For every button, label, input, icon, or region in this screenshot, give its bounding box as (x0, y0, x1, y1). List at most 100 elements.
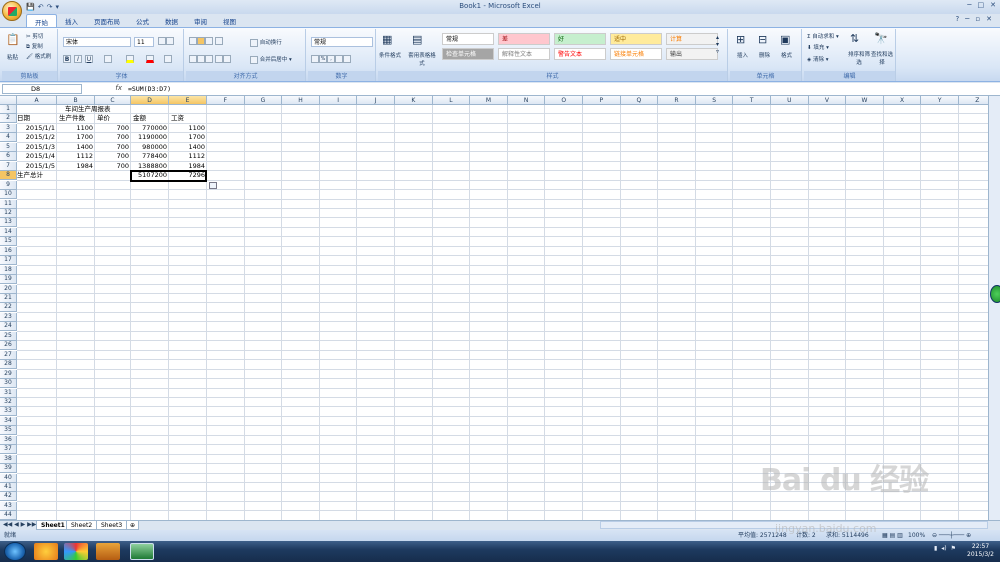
cell[interactable]: 金额 (133, 114, 171, 123)
cell[interactable]: 5107200 (131, 171, 169, 180)
row-header[interactable]: 5 (0, 142, 17, 152)
row-header[interactable]: 32 (0, 397, 17, 407)
cell[interactable]: 工资 (171, 114, 209, 123)
browser-icon[interactable] (64, 543, 88, 560)
cell[interactable]: 2015/1/5 (17, 162, 57, 171)
wrap-text-button[interactable]: 自动换行 (250, 38, 282, 47)
row-header[interactable]: 38 (0, 454, 17, 464)
find-select-button[interactable]: 查找和选择 (871, 50, 893, 66)
row-header[interactable]: 6 (0, 152, 17, 162)
cell[interactable]: 1388800 (131, 162, 169, 171)
column-header[interactable]: X (883, 96, 922, 105)
border-button[interactable] (104, 55, 112, 63)
row-header[interactable]: 34 (0, 416, 17, 426)
cell[interactable]: 生产总计 (17, 171, 57, 180)
column-header[interactable]: S (695, 96, 734, 105)
grow-font-button[interactable] (158, 37, 174, 45)
fill-color-button[interactable] (126, 55, 134, 63)
cell[interactable]: 车间生产周报表 (65, 105, 111, 114)
style-cell-0[interactable]: 常规 (442, 33, 494, 45)
row-header[interactable]: 25 (0, 331, 17, 341)
sort-filter-button[interactable]: 排序和筛选 (848, 50, 870, 66)
column-header[interactable]: V (808, 96, 847, 105)
vertical-align-buttons[interactable] (189, 37, 223, 45)
column-header[interactable]: G (244, 96, 283, 105)
row-header[interactable]: 22 (0, 303, 17, 313)
row-header[interactable]: 42 (0, 492, 17, 502)
row-header[interactable]: 7 (0, 161, 17, 171)
row-header[interactable]: 27 (0, 350, 17, 360)
clock[interactable]: 22:57 2015/3/2 (967, 543, 994, 559)
row-header[interactable]: 1 (0, 105, 17, 114)
cell[interactable]: 1700 (57, 133, 95, 142)
conditional-format-button[interactable]: 条件格式 (379, 51, 401, 59)
cell[interactable]: 1100 (57, 124, 95, 133)
row-header[interactable]: 2 (0, 114, 17, 124)
style-cell-3[interactable]: 适中 (610, 33, 662, 45)
row-header[interactable]: 10 (0, 190, 17, 200)
insert-function-icon[interactable]: fx (86, 84, 122, 94)
cell[interactable]: 1984 (57, 162, 95, 171)
cell[interactable]: 700 (95, 133, 131, 142)
underline-button[interactable]: U (85, 55, 93, 63)
volume-icon[interactable]: ◂) (941, 545, 946, 552)
cell[interactable]: 1400 (57, 143, 95, 152)
column-header[interactable]: J (357, 96, 395, 105)
flag-icon[interactable]: ⚑ (951, 545, 956, 552)
cell[interactable]: 700 (95, 152, 131, 161)
row-header[interactable]: 3 (0, 123, 17, 133)
row-header[interactable]: 8 (0, 171, 17, 181)
column-header[interactable]: T (733, 96, 771, 105)
excel-taskbar-icon[interactable] (130, 543, 154, 560)
clear-button[interactable]: ◈ 清除 ▾ (807, 55, 829, 63)
column-header[interactable]: Q (620, 96, 659, 105)
column-header[interactable]: Z (959, 96, 988, 105)
doc-restore-icon[interactable]: ▫ (975, 15, 980, 23)
format-painter-button[interactable]: 🖌 格式刷 (26, 52, 51, 60)
style-cell-7[interactable]: 警告文本 (554, 48, 606, 60)
column-header[interactable]: O (545, 96, 583, 105)
font-size-select[interactable]: 11 (134, 37, 154, 47)
bold-button[interactable]: B (63, 55, 71, 63)
formula-input[interactable]: =SUM(D3:D7) (128, 85, 171, 93)
cell[interactable]: 778400 (131, 152, 169, 161)
maximize-icon[interactable]: □ (978, 1, 985, 9)
column-header[interactable]: M (470, 96, 508, 105)
cell[interactable]: 1984 (169, 162, 207, 171)
row-header[interactable]: 28 (0, 360, 17, 370)
row-header[interactable]: 24 (0, 322, 17, 332)
row-header[interactable]: 26 (0, 341, 17, 351)
row-header[interactable]: 33 (0, 407, 17, 417)
row-header[interactable]: 16 (0, 246, 17, 256)
sheet-tab-3[interactable]: Sheet3 (96, 521, 128, 530)
style-cell-2[interactable]: 好 (554, 33, 606, 45)
cell[interactable]: 7296 (169, 171, 207, 180)
row-header[interactable]: 4 (0, 133, 17, 143)
column-header[interactable]: F (207, 96, 245, 105)
style-cell-9[interactable]: 输出 (666, 48, 718, 60)
delete-cells-button[interactable]: 删除 (759, 51, 770, 59)
row-header[interactable]: 41 (0, 483, 17, 492)
cell[interactable]: 700 (95, 162, 131, 171)
style-cell-6[interactable]: 解释性文本 (498, 48, 550, 60)
format-cells-button[interactable]: 格式 (781, 51, 792, 59)
zoom-level[interactable]: 100% (908, 530, 925, 541)
copy-button[interactable]: ⧉ 复制 (26, 42, 43, 51)
doc-minimize-icon[interactable]: ─ (965, 15, 969, 23)
number-format-select[interactable]: 常规 (311, 37, 373, 47)
cell[interactable]: 1112 (57, 152, 95, 161)
column-header[interactable]: N (507, 96, 546, 105)
sheet-tab-1[interactable]: Sheet1 (36, 521, 70, 530)
row-header[interactable]: 19 (0, 275, 17, 285)
style-cell-8[interactable]: 链接单元格 (610, 48, 662, 60)
tab-data[interactable]: 数据 (157, 14, 186, 27)
row-header[interactable]: 40 (0, 473, 17, 483)
column-header[interactable]: P (583, 96, 621, 105)
column-header[interactable]: U (771, 96, 809, 105)
fill-button[interactable]: ⬇ 填充 ▾ (807, 43, 829, 51)
cut-button[interactable]: ✂ 剪切 (26, 32, 43, 40)
cell[interactable]: 770000 (131, 124, 169, 133)
font-name-select[interactable]: 宋体 (63, 37, 131, 47)
row-header[interactable]: 23 (0, 312, 17, 322)
row-header[interactable]: 39 (0, 464, 17, 474)
